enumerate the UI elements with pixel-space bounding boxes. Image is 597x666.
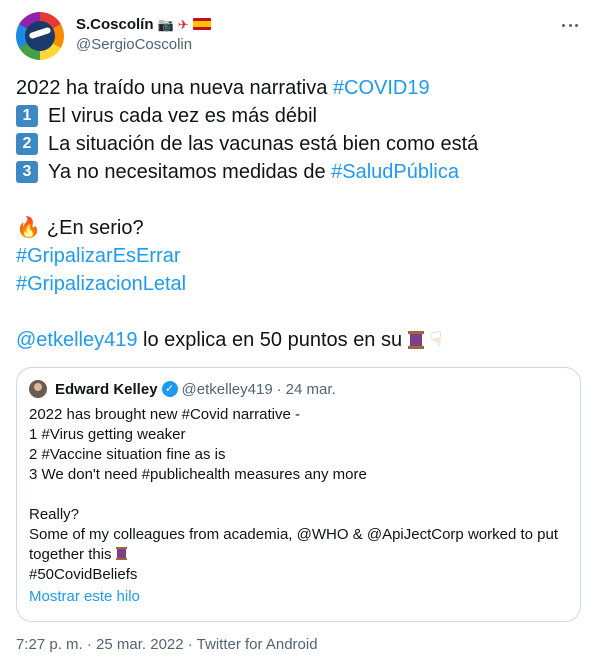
thread-icon: [115, 546, 127, 561]
item1-text: El virus cada vez es más débil: [48, 105, 318, 127]
quote-name[interactable]: Edward Kelley: [55, 381, 158, 398]
quote-line: 1 #Virus getting weaker: [29, 426, 186, 443]
fire-icon: 🔥: [16, 217, 41, 239]
hashtag-saludpublica[interactable]: #SaludPública: [331, 158, 459, 186]
tweet-line: 1 El virus cada vez es más débil: [16, 102, 581, 130]
footer-separator: ·: [183, 636, 197, 653]
tweet-text: 2022 ha traído una nueva narrativa #COVI…: [16, 74, 581, 354]
spain-flag-icon: [192, 18, 211, 30]
tweet-footer: 7:27 p. m. · 25 mar. 2022 · Twitter for …: [16, 636, 318, 653]
mention-text: lo explica en 50 puntos en su: [137, 329, 403, 351]
tweet-line: @etkelley419 lo explica en 50 puntos en …: [16, 326, 581, 354]
avatar[interactable]: [16, 12, 64, 60]
tweet: S.Coscolín 📷 ✈︎ @SergioCoscolin 2022 ha …: [0, 0, 597, 666]
quote-line-thread: together this: [29, 545, 569, 565]
quote-avatar[interactable]: [29, 380, 47, 398]
tweet-header: S.Coscolín 📷 ✈︎ @SergioCoscolin: [16, 12, 581, 60]
quote-text: 2022 has brought new #Covid narrative - …: [29, 405, 569, 585]
quote-handle[interactable]: @etkelley419: [182, 381, 273, 398]
keycap-three-icon: 3: [16, 161, 38, 183]
quote-line: Some of my colleagues from academia, @WH…: [29, 526, 558, 543]
camera-icon: 📷: [157, 16, 174, 32]
tweet-line: #GripalizacionLetal: [16, 270, 581, 298]
tweet-source[interactable]: Twitter for Android: [197, 636, 318, 653]
hashtag-covid19[interactable]: #COVID19: [333, 74, 430, 102]
quote-line: Really?: [29, 506, 80, 523]
quote-line: 2022 has brought new #Covid narrative -: [29, 406, 300, 423]
tweet-time[interactable]: 7:27 p. m.: [16, 636, 83, 653]
question-text: ¿En serio?: [46, 217, 144, 239]
quote-line: 2 #Vaccine situation fine as is: [29, 446, 226, 463]
quoted-tweet[interactable]: Edward Kelley ✓ @etkelley419 · 24 mar. 2…: [16, 367, 581, 622]
tweet-line: 3 Ya no necesitamos medidas de #SaludPúb…: [16, 158, 581, 186]
display-name[interactable]: S.Coscolín: [76, 16, 154, 33]
more-options-icon[interactable]: [559, 16, 581, 34]
verified-icon: ✓: [161, 381, 178, 397]
name-row: S.Coscolín 📷 ✈︎: [76, 14, 211, 34]
mention-etkelley419[interactable]: @etkelley419: [16, 326, 137, 354]
hashtag-gripalizaresterrar[interactable]: #GripalizarEsErrar: [16, 242, 180, 270]
item3-text: Ya no necesitamos medidas de: [48, 161, 332, 183]
tweet-line: 2 La situación de las vacunas está bien …: [16, 130, 581, 158]
quote-date[interactable]: 24 mar.: [286, 381, 336, 398]
pointing-down-icon: ☟: [430, 329, 443, 351]
hashtag-gripalizacionletal[interactable]: #GripalizacionLetal: [16, 270, 186, 298]
tweet-date[interactable]: 25 mar. 2022: [96, 636, 184, 653]
quote-line-text: together this: [29, 546, 112, 563]
tweet-line: 2022 ha traído una nueva narrativa #COVI…: [16, 74, 581, 102]
footer-separator: ·: [82, 636, 97, 653]
quote-line: #50CovidBeliefs: [29, 566, 138, 583]
tweet-line: 🔥 ¿En serio?: [16, 214, 581, 242]
quote-separator: ·: [276, 380, 282, 398]
author-handle[interactable]: @SergioCoscolin: [76, 36, 192, 53]
tweet-line: #GripalizarEsErrar: [16, 242, 581, 270]
tweet-intro: 2022 ha traído una nueva narrativa: [16, 77, 333, 99]
no-airplane-icon: ✈︎: [177, 16, 189, 32]
item2-text: La situación de las vacunas está bien co…: [48, 133, 479, 155]
thread-icon: [408, 330, 425, 350]
keycap-one-icon: 1: [16, 105, 38, 127]
quote-line: 3 We don't need #publichealth measures a…: [29, 466, 367, 483]
show-thread-link[interactable]: Mostrar este hilo: [29, 588, 140, 605]
keycap-two-icon: 2: [16, 133, 38, 155]
quote-header: Edward Kelley ✓ @etkelley419 · 24 mar.: [29, 380, 336, 398]
